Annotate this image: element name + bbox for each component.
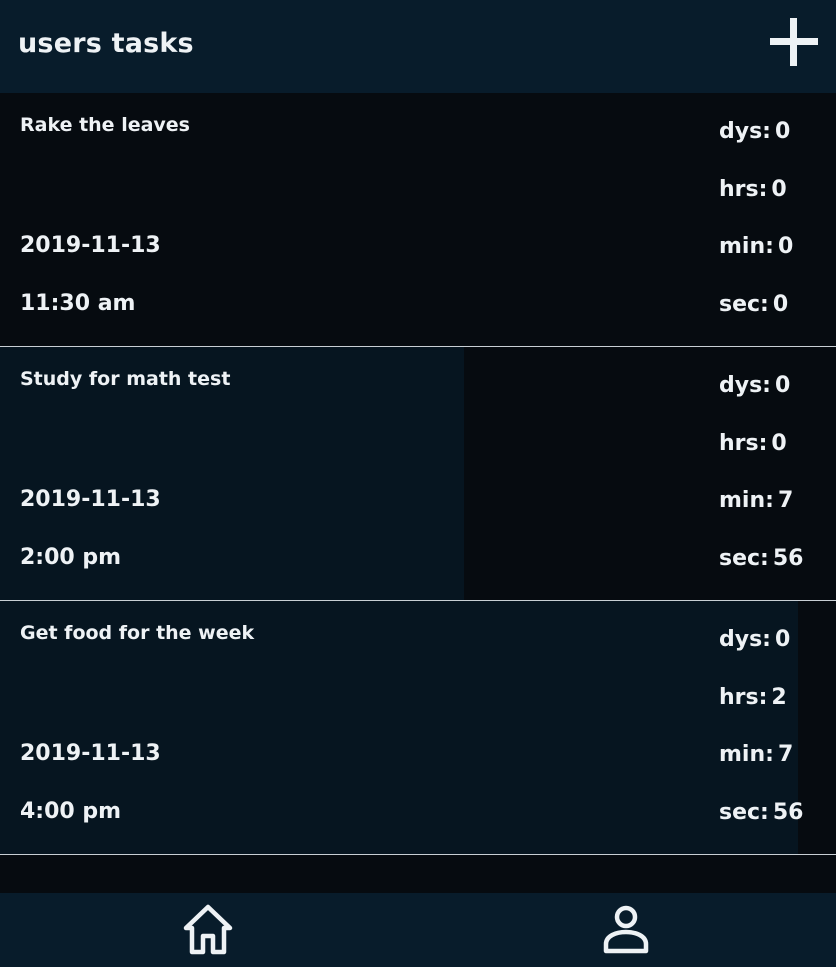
countdown-minutes-label: min: — [719, 234, 774, 260]
task-name: Rake the leaves — [20, 114, 190, 136]
countdown-seconds-label: sec: — [719, 800, 769, 826]
countdown-days: dys: 0 — [719, 119, 793, 177]
home-icon — [183, 904, 233, 955]
countdown: dys: 0 hrs: 0 min: 0 sec: 0 — [719, 119, 793, 346]
countdown-seconds: sec: 0 — [719, 292, 793, 346]
countdown-minutes-value: 7 — [777, 742, 794, 768]
add-task-button[interactable] — [764, 12, 824, 72]
countdown-days: dys: 0 — [719, 627, 803, 685]
countdown-days-label: dys: — [719, 119, 771, 144]
task-time: 4:00 pm — [20, 799, 122, 824]
countdown-minutes-value: 0 — [777, 234, 794, 260]
countdown-hours: hrs: 0 — [719, 431, 803, 489]
nav-home-button[interactable] — [180, 901, 236, 957]
task-date: 2019-11-13 — [20, 233, 161, 258]
countdown-hours-label: hrs: — [719, 176, 768, 202]
task-name: Get food for the week — [20, 622, 255, 644]
countdown: dys: 0 hrs: 2 min: 7 sec: 56 — [719, 627, 804, 854]
countdown-hours-value: 0 — [771, 176, 787, 202]
countdown-hours: hrs: 2 — [719, 685, 803, 743]
countdown-days-label: dys: — [719, 373, 771, 398]
task-date: 2019-11-13 — [20, 487, 161, 512]
countdown-seconds: sec: 56 — [719, 800, 804, 854]
task-date: 2019-11-13 — [20, 741, 161, 766]
countdown-days-value: 0 — [774, 627, 791, 652]
countdown-days-value: 0 — [774, 119, 791, 144]
countdown-seconds: sec: 56 — [719, 546, 804, 600]
countdown-seconds-value: 56 — [772, 546, 804, 572]
countdown-hours-label: hrs: — [719, 430, 768, 456]
task-card[interactable]: Get food for the week 2019-11-13 4:00 pm… — [0, 601, 836, 855]
countdown-days-label: dys: — [719, 627, 771, 652]
countdown-minutes-value: 7 — [777, 488, 794, 514]
countdown-seconds-label: sec: — [719, 546, 769, 572]
countdown-minutes: min: 0 — [719, 234, 793, 292]
countdown-hours-label: hrs: — [719, 684, 768, 710]
countdown-seconds-label: sec: — [719, 292, 769, 318]
task-card[interactable]: Rake the leaves 2019-11-13 11:30 am dys:… — [0, 93, 836, 347]
countdown-hours-value: 2 — [771, 684, 787, 710]
countdown-minutes-label: min: — [719, 742, 774, 768]
app-header: users tasks — [0, 0, 836, 93]
plus-icon — [770, 18, 818, 66]
countdown-hours-value: 0 — [771, 430, 787, 456]
page-title: users tasks — [18, 28, 194, 59]
task-time: 2:00 pm — [20, 545, 122, 570]
countdown-minutes: min: 7 — [719, 488, 803, 546]
task-time: 11:30 am — [20, 291, 136, 316]
user-icon — [603, 905, 649, 954]
task-name: Study for math test — [20, 368, 231, 390]
bottom-nav — [0, 893, 836, 967]
countdown-days-value: 0 — [774, 373, 791, 398]
nav-profile-button[interactable] — [598, 901, 654, 957]
countdown-hours: hrs: 0 — [719, 177, 793, 235]
countdown-seconds-value: 0 — [772, 292, 789, 318]
countdown: dys: 0 hrs: 0 min: 7 sec: 56 — [719, 373, 804, 600]
countdown-seconds-value: 56 — [772, 800, 804, 826]
countdown-minutes: min: 7 — [719, 742, 803, 800]
task-list: Rake the leaves 2019-11-13 11:30 am dys:… — [0, 93, 836, 855]
countdown-minutes-label: min: — [719, 488, 774, 514]
task-card[interactable]: Study for math test 2019-11-13 2:00 pm d… — [0, 347, 836, 601]
countdown-days: dys: 0 — [719, 373, 803, 431]
